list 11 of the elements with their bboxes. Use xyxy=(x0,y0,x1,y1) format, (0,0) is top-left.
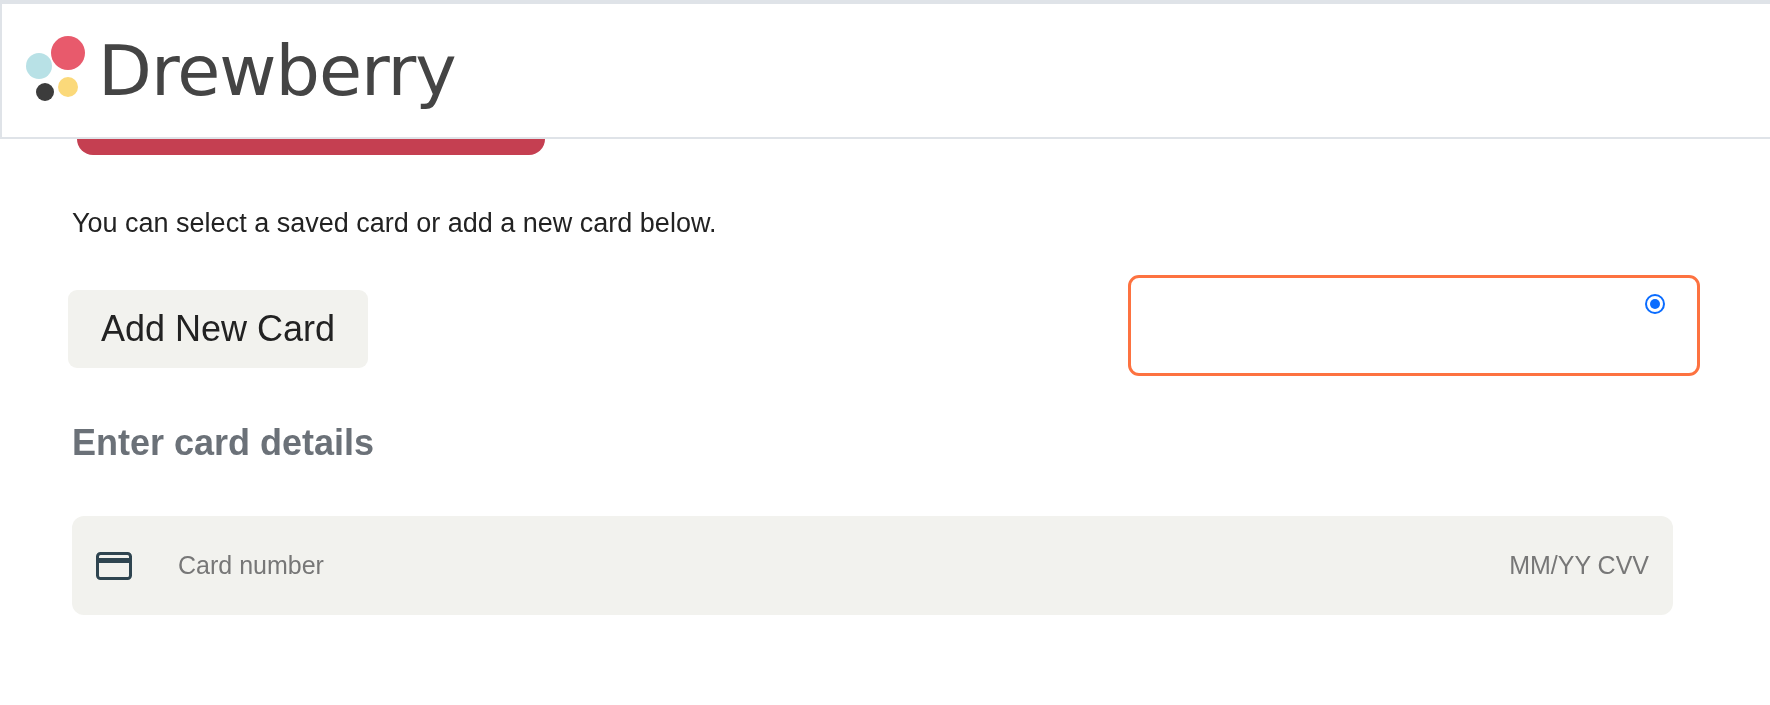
dots-logo-icon xyxy=(26,35,88,102)
radio-button[interactable] xyxy=(1645,294,1665,314)
saved-card-option[interactable] xyxy=(1128,275,1700,376)
section-heading: Enter card details xyxy=(72,422,376,464)
instruction-text: You can select a saved card or add a new card below. xyxy=(72,207,718,239)
add-new-card-button[interactable]: Add New Card xyxy=(68,290,369,368)
credit-card-icon xyxy=(96,551,132,580)
logo-text: Drewberry xyxy=(98,29,456,112)
expiry-cvv-field[interactable]: MM/YY CVV xyxy=(1489,545,1649,586)
card-input-field[interactable]: Card number MM/YY CVV xyxy=(72,516,1673,615)
card-number-field[interactable]: Card number xyxy=(178,545,1443,586)
